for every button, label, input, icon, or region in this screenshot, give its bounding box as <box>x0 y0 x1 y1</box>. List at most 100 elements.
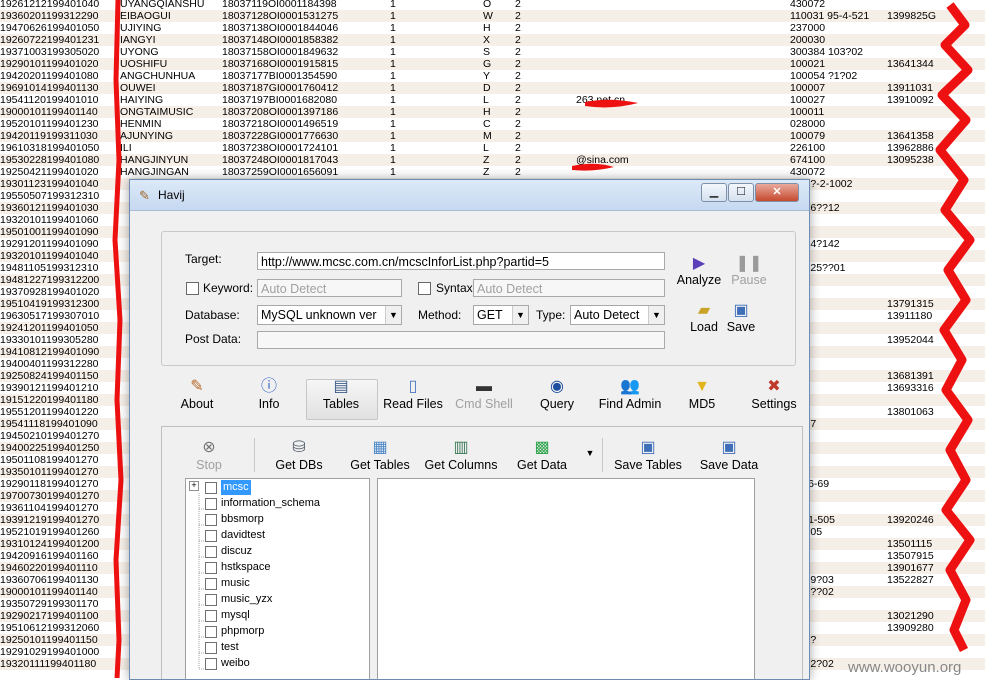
table-cell: 19370928199401020 <box>0 286 100 298</box>
get-columns-label: Get Columns <box>424 458 498 472</box>
tree-item-checkbox[interactable] <box>205 530 217 542</box>
database-select[interactable]: MySQL unknown ver ▼ <box>257 305 402 325</box>
table-cell: HANGJINGAN <box>120 166 189 178</box>
stop-button[interactable]: ⊗ Stop <box>188 438 230 472</box>
table-cell: 100007 <box>790 82 826 94</box>
postdata-input[interactable] <box>257 331 665 349</box>
tab-find-admin[interactable]: 👥 Find Admin <box>592 377 668 419</box>
table-cell: 19241201199401050 <box>0 322 99 334</box>
table-cell: 19360706199401130 <box>0 574 99 586</box>
syntax-checkbox[interactable] <box>418 282 431 295</box>
get-columns-button[interactable]: ▥ Get Columns <box>423 438 499 472</box>
table-cell: AJUNYING <box>120 130 174 142</box>
tree-item-checkbox[interactable] <box>205 546 217 558</box>
save-data-button[interactable]: ▣ Save Data <box>697 438 761 472</box>
table-cell: 1 <box>390 0 396 10</box>
results-pane[interactable] <box>377 478 755 679</box>
table-cell: 19291029199401000 <box>0 646 100 658</box>
table-cell: 18037197BI0001682080 <box>222 94 338 106</box>
table-cell: 100054 ?1?02 <box>790 70 858 82</box>
tab-tables[interactable]: ▤ Tables <box>307 377 375 419</box>
tab-query[interactable]: ◉ Query <box>532 377 582 419</box>
tree-item-checkbox[interactable] <box>205 514 217 526</box>
tree-item-checkbox[interactable] <box>205 610 217 622</box>
table-cell: 1 <box>390 154 396 166</box>
table-cell: 18037187GI0001760412 <box>222 82 339 94</box>
tab-about[interactable]: ✎ About <box>170 377 224 419</box>
table-cell: 13910092 <box>887 94 934 106</box>
table-cell: 2 <box>515 58 521 70</box>
get-tables-button[interactable]: ▦ Get Tables <box>348 438 412 472</box>
tree-expander[interactable]: + <box>189 481 199 491</box>
table-cell: UYANGQIANSHU <box>120 0 205 10</box>
table-cell: L <box>483 142 489 154</box>
target-input[interactable]: http://www.mcsc.com.cn/mcscInforList.php… <box>257 252 665 270</box>
table-cell: 19630517199307010 <box>0 310 100 322</box>
table-row: 19260722199401231 IANGYI 18037148OI0001858… <box>0 34 985 46</box>
keyword-checkbox[interactable] <box>186 282 199 295</box>
tree-item-checkbox[interactable] <box>205 626 217 638</box>
tab-settings[interactable]: ✖ Settings <box>745 377 803 419</box>
analyze-button[interactable]: ▶ Analyze <box>674 255 724 287</box>
table-cell: 100021 <box>790 58 826 70</box>
table-cell: 19691014199401130 <box>0 82 99 94</box>
tools-icon: ✖ <box>767 378 781 395</box>
tree-item-checkbox[interactable] <box>205 594 217 606</box>
table-cell: 1399825G <box>887 10 937 22</box>
terminal-icon: ▬ <box>476 378 492 395</box>
table-row: 19420201199401080 ANGCHUNHUA 18037177BI000… <box>0 70 985 82</box>
table-cell: 19420119199311030 <box>0 130 98 142</box>
pause-label: Pause <box>731 273 767 287</box>
maximize-button[interactable]: ☐ <box>728 183 754 202</box>
tree-item-checkbox[interactable] <box>205 658 217 670</box>
table-row: 19261212199401040 UYANGQIANSHU 18037119OI0… <box>0 0 985 10</box>
table-cell: HANGJINYUN <box>120 154 189 166</box>
get-dbs-button[interactable]: ⛁ Get DBs <box>273 438 325 472</box>
get-data-button[interactable]: ▩ Get Data <box>514 438 570 472</box>
get-data-dropdown[interactable]: ▼ <box>584 448 596 458</box>
method-select[interactable]: GET ▼ <box>473 305 529 325</box>
table-row: 19371003199305020 UYONG 18037158OI00018496… <box>0 46 985 58</box>
table-cell: 1 <box>390 82 396 94</box>
table-cell: @sina.com <box>576 154 629 166</box>
table-cell: 19541118199401090 <box>0 418 98 430</box>
table-cell: 19700730199401270 <box>0 490 100 502</box>
table-row: 19420119199311030 AJUNYING 18037228GI00017… <box>0 130 985 142</box>
table-cell: 2 <box>515 118 521 130</box>
tab-info[interactable]: ⓘ Info <box>243 377 295 419</box>
method-select-value: GET <box>477 308 503 322</box>
close-button[interactable]: ✕ <box>755 183 799 202</box>
table-cell: W <box>483 10 493 22</box>
table-cell: 13501115 <box>887 538 933 550</box>
table-cell: 19250421199401020 <box>0 166 99 178</box>
minimize-button[interactable]: ▁ <box>701 183 727 202</box>
table-cell: 18037218OI0001496519 <box>222 118 339 130</box>
table-cell: G <box>483 58 492 70</box>
tab-settings-label: Settings <box>751 397 797 411</box>
save-tables-button[interactable]: ▣ Save Tables <box>611 438 685 472</box>
tree-item-checkbox[interactable] <box>205 578 217 590</box>
load-button[interactable]: ▰ Load <box>686 302 722 334</box>
title-bar[interactable]: ✎ Havij ▁ ☐ ✕ <box>130 180 809 211</box>
play-icon: ▶ <box>692 255 706 272</box>
type-select-value: Auto Detect <box>574 308 640 322</box>
table-cell: 1 <box>390 118 396 130</box>
table-cell: 19420201199401080 <box>0 70 99 82</box>
keyword-input[interactable]: Auto Detect <box>257 279 402 297</box>
tree-item-checkbox[interactable] <box>205 642 217 654</box>
save-button[interactable]: ▣ Save <box>724 302 758 334</box>
tab-cmd-shell[interactable]: ▬ Cmd Shell <box>452 377 516 419</box>
type-select[interactable]: Auto Detect ▼ <box>570 305 665 325</box>
table-cell: OUWEI <box>120 82 156 94</box>
tab-md5[interactable]: ▼ MD5 <box>681 377 723 419</box>
pause-button[interactable]: ❚❚ Pause <box>728 255 770 287</box>
table-cell: 19320101199401060 <box>0 214 99 226</box>
tab-query-label: Query <box>539 397 575 411</box>
tree-item-checkbox[interactable] <box>205 482 217 494</box>
table-cell: 19520101199401230 <box>0 118 99 130</box>
tree-item-checkbox[interactable] <box>205 562 217 574</box>
tree-item-checkbox[interactable] <box>205 498 217 510</box>
tab-read-files[interactable]: ▯ Read Files <box>381 377 445 419</box>
syntax-input[interactable]: Auto Detect <box>473 279 665 297</box>
table-cell: 19000101199401140 <box>0 106 98 118</box>
